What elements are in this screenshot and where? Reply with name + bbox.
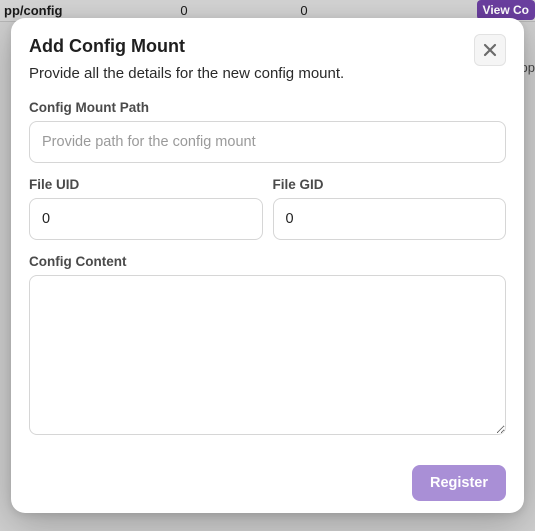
close-icon	[482, 42, 498, 58]
bg-col2: 0	[244, 3, 364, 18]
file-uid-label: File UID	[29, 177, 263, 192]
mount-path-input[interactable]	[29, 121, 506, 163]
file-gid-label: File GID	[273, 177, 507, 192]
register-button[interactable]: Register	[412, 465, 506, 501]
field-mount-path: Config Mount Path	[29, 100, 506, 163]
modal-titles: Add Config Mount Provide all the details…	[29, 36, 474, 82]
uid-gid-row: File UID File GID	[29, 177, 506, 240]
view-button[interactable]: View Co	[477, 0, 535, 20]
modal-footer: Register	[29, 465, 506, 501]
field-file-gid: File GID	[273, 177, 507, 240]
add-config-mount-modal: Add Config Mount Provide all the details…	[11, 18, 524, 513]
modal-subtitle: Provide all the details for the new conf…	[29, 65, 474, 82]
config-content-label: Config Content	[29, 254, 506, 269]
close-button[interactable]	[474, 34, 506, 66]
file-gid-input[interactable]	[273, 198, 507, 240]
file-uid-input[interactable]	[29, 198, 263, 240]
modal-title: Add Config Mount	[29, 36, 474, 57]
field-file-uid: File UID	[29, 177, 263, 240]
bg-col1: 0	[124, 3, 244, 18]
modal-header: Add Config Mount Provide all the details…	[29, 36, 506, 82]
config-form: Config Mount Path File UID File GID Conf…	[29, 100, 506, 501]
mount-path-label: Config Mount Path	[29, 100, 506, 115]
field-config-content: Config Content	[29, 254, 506, 435]
bg-path-text: pp/config	[4, 3, 124, 18]
config-content-textarea[interactable]	[29, 275, 506, 435]
